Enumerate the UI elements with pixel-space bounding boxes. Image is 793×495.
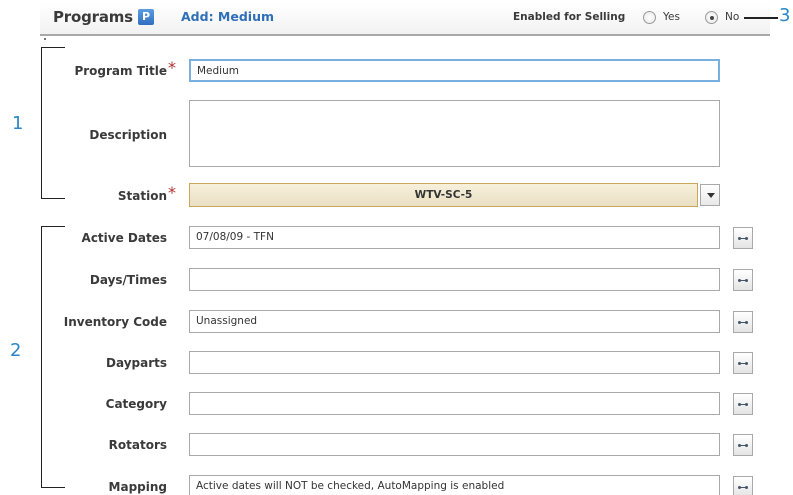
- picker-dash: [740, 404, 747, 405]
- dayparts-input[interactable]: [189, 351, 720, 374]
- callout-3-leader: [744, 17, 778, 19]
- inventory-code-label: Inventory Code: [63, 315, 167, 329]
- picker-dash: [740, 322, 747, 323]
- enabled-no-radio[interactable]: [705, 11, 718, 24]
- picker-dash: [740, 487, 747, 488]
- enabled-for-selling-label: Enabled for Selling: [513, 11, 626, 23]
- callout-1-bracket: [41, 47, 65, 199]
- inventory-code-input[interactable]: Unassigned: [189, 310, 720, 333]
- description-textarea[interactable]: [189, 100, 720, 167]
- category-input[interactable]: [189, 392, 720, 415]
- days-times-input[interactable]: [189, 268, 720, 291]
- programs-badge-icon: P: [138, 9, 154, 25]
- app-title: Programs: [53, 8, 133, 26]
- mapping-input[interactable]: Active dates will NOT be checked, AutoMa…: [189, 475, 720, 495]
- picker-dash: [740, 445, 747, 446]
- callout-1-number: 1: [12, 113, 24, 134]
- dayparts-picker-icon[interactable]: [733, 352, 753, 374]
- callout-3-number: 3: [779, 5, 791, 26]
- program-title-input[interactable]: Medium: [189, 59, 720, 82]
- breadcrumb: Add: Medium: [181, 9, 274, 24]
- program-title-label: Program Title: [74, 64, 167, 78]
- inventory-code-picker-icon[interactable]: [733, 311, 753, 333]
- station-label: Station: [117, 189, 167, 203]
- days-times-picker-icon[interactable]: [733, 269, 753, 291]
- divider-mark: [44, 38, 46, 40]
- active-dates-label: Active Dates: [81, 231, 167, 245]
- station-required-icon: *: [168, 183, 176, 202]
- program-title-required-icon: *: [168, 58, 176, 77]
- dayparts-label: Dayparts: [106, 356, 167, 370]
- callout-2-number: 2: [10, 340, 22, 361]
- active-dates-picker-icon[interactable]: [733, 227, 753, 249]
- active-dates-input[interactable]: 07/08/09 - TFN: [189, 226, 720, 249]
- station-select[interactable]: WTV-SC-5: [189, 183, 698, 207]
- enabled-no-label[interactable]: No: [725, 11, 739, 23]
- description-label: Description: [89, 128, 167, 142]
- rotators-input[interactable]: [189, 433, 720, 456]
- header-bar: Programs P Add: Medium Enabled for Selli…: [0, 0, 793, 37]
- mapping-picker-icon[interactable]: [733, 476, 753, 495]
- enabled-yes-radio[interactable]: [643, 11, 656, 24]
- picker-dash: [740, 238, 747, 239]
- rotators-picker-icon[interactable]: [733, 434, 753, 456]
- callout-2-bracket: [41, 226, 65, 488]
- picker-dash: [740, 363, 747, 364]
- rotators-label: Rotators: [108, 438, 167, 452]
- station-dropdown-arrow-icon[interactable]: [700, 184, 720, 206]
- mapping-label: Mapping: [108, 480, 167, 494]
- days-times-label: Days/Times: [89, 273, 167, 287]
- enabled-yes-label[interactable]: Yes: [663, 11, 680, 23]
- category-label: Category: [105, 397, 167, 411]
- picker-dash: [740, 280, 747, 281]
- category-picker-icon[interactable]: [733, 393, 753, 415]
